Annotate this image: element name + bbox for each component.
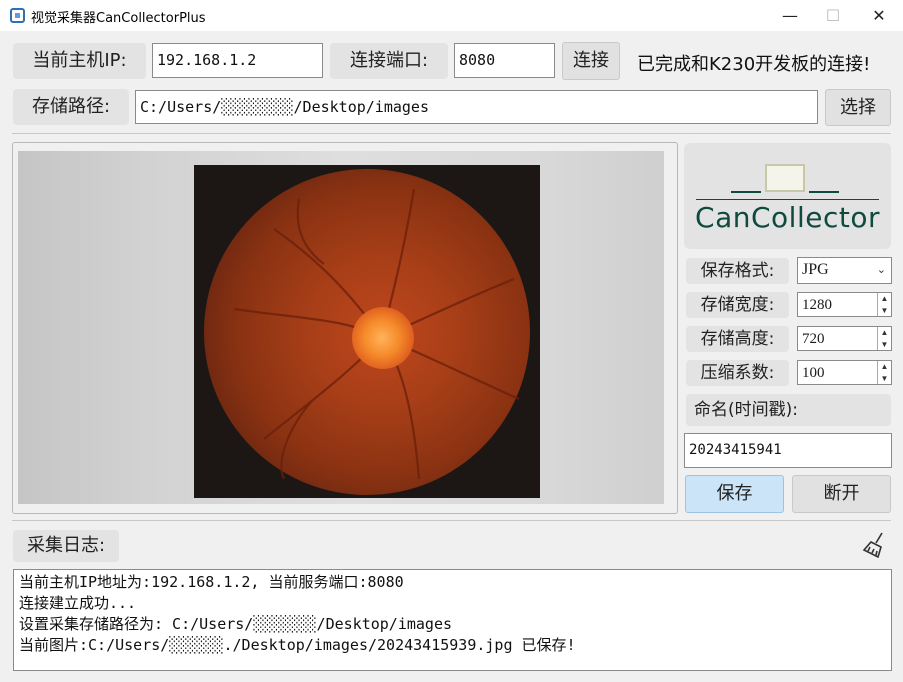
log-output[interactable]: 当前主机IP地址为:192.168.1.2, 当前服务端口:8080 连接建立成… [13, 569, 892, 671]
width-label: 存储宽度: [686, 292, 789, 318]
storage-path-input[interactable]: C:/Users/░░░░░░░░/Desktop/images [135, 90, 818, 124]
fundus-image [194, 165, 540, 498]
logo-rule-bottom [696, 199, 879, 200]
divider [12, 133, 891, 134]
name-label: 命名(时间戳): [686, 394, 891, 426]
port-input[interactable]: 8080 [454, 43, 555, 78]
save-button[interactable]: 保存 [685, 475, 784, 513]
divider [12, 520, 891, 521]
height-value: 720 [802, 331, 825, 347]
height-label: 存储高度: [686, 326, 789, 352]
storage-path-label: 存储路径: [13, 89, 129, 125]
broom-icon[interactable] [860, 530, 890, 560]
retina [204, 169, 530, 495]
format-label: 保存格式: [686, 258, 789, 284]
height-spinbox[interactable]: 720 ▲ ▼ [797, 326, 892, 351]
logo-text: CanCollector [695, 201, 880, 234]
log-label: 采集日志: [13, 530, 119, 562]
logo-rule-right [809, 191, 839, 193]
height-stepper-icon[interactable]: ▲ ▼ [877, 327, 891, 350]
format-select-value: JPG [802, 261, 829, 278]
log-line: 当前主机IP地址为:192.168.1.2, 当前服务端口:8080 [19, 573, 404, 591]
choose-path-button[interactable]: 选择 [825, 89, 891, 126]
port-label: 连接端口: [330, 43, 448, 79]
log-line: 当前图片:C:/Users/░░░░░░./Desktop/images/202… [19, 636, 576, 654]
minimize-button[interactable]: — [767, 0, 813, 31]
connection-status: 已完成和K230开发板的连接! [637, 54, 871, 75]
log-line: 连接建立成功... [19, 594, 137, 612]
compress-label: 压缩系数: [686, 360, 789, 386]
log-line: 设置采集存储路径为: C:/Users/░░░░░░░/Desktop/imag… [19, 615, 453, 633]
width-spinbox[interactable]: 1280 ▲ ▼ [797, 292, 892, 317]
logo-rule-left [731, 191, 761, 193]
compress-spinbox[interactable]: 100 ▲ ▼ [797, 360, 892, 385]
logo-panel: CanCollector [684, 143, 891, 249]
optic-disc [352, 307, 414, 369]
app-icon [10, 8, 25, 23]
width-stepper-icon[interactable]: ▲ ▼ [877, 293, 891, 316]
format-select[interactable]: JPG ⌄ [797, 257, 892, 284]
chevron-down-icon: ⌄ [876, 264, 886, 276]
connect-button[interactable]: 连接 [562, 42, 620, 80]
host-ip-label: 当前主机IP: [13, 43, 146, 79]
title-bar: 视觉采集器CanCollectorPlus — ☐ ✕ [0, 0, 903, 31]
window-title: 视觉采集器CanCollectorPlus [31, 11, 206, 26]
compress-value: 100 [802, 365, 825, 381]
monitor-icon [765, 164, 805, 192]
maximize-button[interactable]: ☐ [810, 0, 856, 31]
camera-preview [18, 151, 664, 504]
width-value: 1280 [802, 297, 832, 313]
disconnect-button[interactable]: 断开 [792, 475, 891, 513]
close-button[interactable]: ✕ [856, 0, 902, 31]
name-input[interactable]: 20243415941 [684, 433, 892, 468]
host-ip-input[interactable]: 192.168.1.2 [152, 43, 323, 78]
compress-stepper-icon[interactable]: ▲ ▼ [877, 361, 891, 384]
